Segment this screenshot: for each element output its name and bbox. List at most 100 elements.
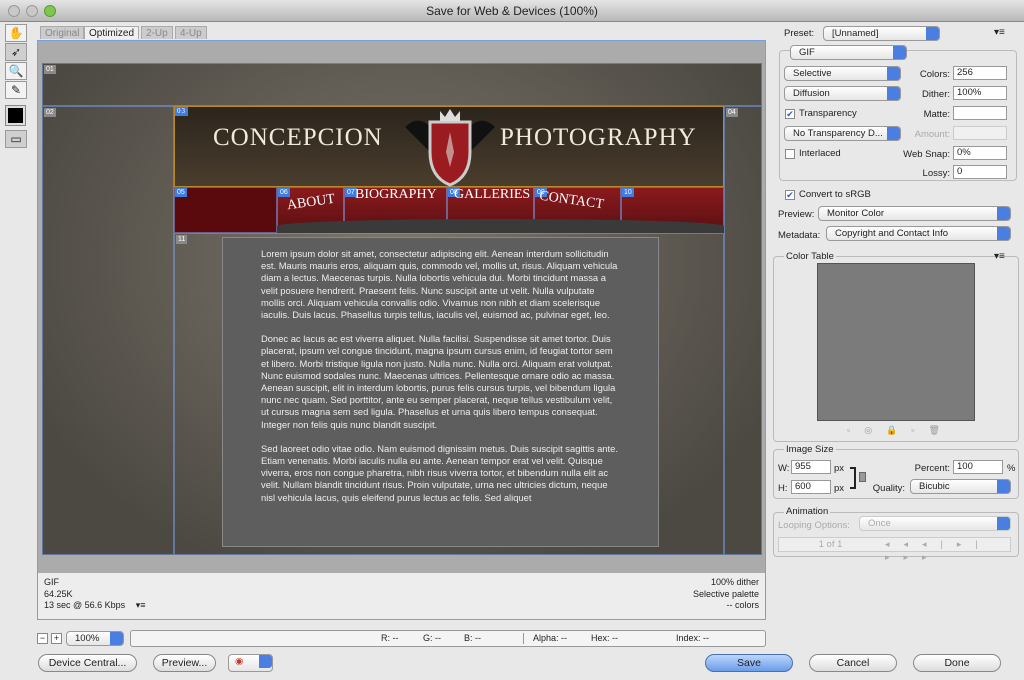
dither-algorithm-select[interactable]: Diffusion bbox=[784, 86, 901, 101]
eyedropper-color-swatch[interactable] bbox=[5, 105, 26, 126]
nav-biography[interactable]: BIOGRAPHY bbox=[355, 187, 437, 203]
readout-hex: Hex: -- bbox=[591, 633, 618, 643]
interlaced-checkbox[interactable] bbox=[785, 149, 795, 159]
looping-value: Once bbox=[868, 518, 891, 529]
preview-color-value: Monitor Color bbox=[827, 208, 885, 219]
colors-label: Colors: bbox=[919, 69, 950, 80]
metadata-select[interactable]: Copyright and Contact Info bbox=[826, 226, 1011, 241]
percent-label: Percent: bbox=[914, 463, 950, 474]
preset-label: Preset: bbox=[784, 28, 815, 39]
websnap-input[interactable]: 0% bbox=[953, 146, 1007, 160]
frame-counter: 1 of 1 bbox=[818, 539, 843, 550]
save-button[interactable]: Save bbox=[705, 654, 793, 672]
slice-label: 06 bbox=[278, 188, 290, 197]
slice-select-tool-icon[interactable]: ➶ bbox=[5, 43, 27, 61]
info-palette: Selective palette bbox=[692, 588, 759, 599]
convert-srgb-checkbox[interactable]: ✔ bbox=[785, 190, 795, 200]
slice-04[interactable]: 04 bbox=[724, 106, 762, 555]
readout-r: R: -- bbox=[381, 633, 399, 643]
hand-tool-icon[interactable]: ✋ bbox=[5, 24, 27, 42]
image-preview[interactable]: 01 02 CONCEPCION PHOTOGRAPHY 03 04 05 06… bbox=[42, 63, 762, 555]
device-central-button[interactable]: Device Central... bbox=[38, 654, 137, 672]
format-select[interactable]: GIF bbox=[790, 45, 907, 60]
title-bar: Save for Web & Devices (100%) bbox=[0, 0, 1024, 22]
matte-label: Matte: bbox=[923, 109, 950, 120]
transparency-dither-select[interactable]: No Transparency D... bbox=[784, 126, 901, 141]
quality-select[interactable]: Bicubic bbox=[910, 479, 1011, 494]
colors-input[interactable]: 256 bbox=[953, 66, 1007, 80]
transparency-checkbox[interactable]: ✔ bbox=[785, 109, 795, 119]
crest-logo-icon bbox=[400, 107, 500, 188]
zoom-level-select[interactable]: 100% bbox=[66, 631, 124, 646]
readout-g: G: -- bbox=[423, 633, 441, 643]
paragraph: Sed laoreet odio vitae odio. Nam euismod… bbox=[261, 442, 618, 503]
header-banner[interactable]: CONCEPCION PHOTOGRAPHY 03 bbox=[174, 106, 724, 187]
window-title: Save for Web & Devices (100%) bbox=[426, 4, 598, 18]
zoom-tool-icon[interactable]: 🔍 bbox=[5, 62, 27, 80]
optimized-preview-panel: 01 02 CONCEPCION PHOTOGRAPHY 03 04 05 06… bbox=[37, 40, 766, 620]
ribbon-shadow bbox=[277, 219, 724, 233]
download-menu-icon[interactable]: ▾≡ bbox=[136, 600, 146, 610]
color-reduction-select[interactable]: Selective bbox=[784, 66, 901, 81]
amount-input[interactable] bbox=[953, 126, 1007, 140]
cancel-button[interactable]: Cancel bbox=[809, 654, 897, 672]
slice-02[interactable]: 02 bbox=[42, 106, 174, 555]
zoom-window-button[interactable] bbox=[44, 5, 56, 17]
colors-value: 256 bbox=[957, 67, 973, 78]
dither-value: 100% bbox=[957, 87, 982, 98]
optimize-menu-icon[interactable]: ▾≡ bbox=[994, 27, 1005, 38]
readout-alpha: Alpha: -- bbox=[533, 633, 568, 643]
tab-optimized[interactable]: Optimized bbox=[84, 26, 140, 39]
interlaced-label: Interlaced bbox=[799, 148, 841, 159]
minimize-button[interactable] bbox=[26, 5, 38, 17]
slice-label: 11 bbox=[176, 235, 188, 244]
percent-input[interactable]: 100 bbox=[953, 460, 1003, 474]
color-table-title: Color Table bbox=[784, 251, 836, 262]
slice-label: 02 bbox=[44, 108, 56, 117]
zoom-level-value: 100% bbox=[75, 633, 100, 644]
percent-unit: % bbox=[1007, 463, 1016, 474]
eyedropper-tool-icon[interactable]: ✎ bbox=[5, 81, 27, 99]
slice-label: 10 bbox=[622, 188, 634, 197]
zoom-in-button[interactable]: + bbox=[51, 633, 62, 644]
tab-4up[interactable]: 4-Up bbox=[175, 26, 207, 39]
height-label: H: bbox=[778, 483, 788, 494]
amount-label: Amount: bbox=[914, 129, 950, 140]
close-button[interactable] bbox=[8, 5, 20, 17]
transparency-label: Transparency bbox=[799, 108, 857, 119]
dither-input[interactable]: 100% bbox=[953, 86, 1007, 100]
slice-label: 04 bbox=[726, 108, 738, 117]
preset-select[interactable]: [Unnamed] bbox=[823, 26, 940, 41]
site-title-right: PHOTOGRAPHY bbox=[500, 124, 697, 151]
slice-01[interactable]: 01 bbox=[42, 63, 762, 106]
width-unit: px bbox=[834, 463, 845, 474]
width-input[interactable]: 955 bbox=[791, 460, 831, 474]
height-input[interactable]: 600 bbox=[791, 480, 831, 494]
optimization-info: GIF 64.25K 13 sec @ 56.6 Kbps ▾≡ 100% di… bbox=[38, 573, 765, 619]
constrain-proportions-link-icon[interactable] bbox=[859, 472, 866, 482]
toggle-slices-visibility-icon[interactable]: ▭ bbox=[5, 130, 27, 148]
done-button[interactable]: Done bbox=[913, 654, 1001, 672]
dither-label: Dither: bbox=[922, 89, 950, 100]
tab-2up[interactable]: 2-Up bbox=[141, 26, 173, 39]
divider bbox=[523, 633, 524, 644]
info-colors: -- colors bbox=[726, 600, 759, 610]
info-format: GIF bbox=[44, 577, 59, 587]
color-table-actions[interactable]: ▫◎🔒▫🗑 bbox=[847, 425, 954, 436]
slice-label: 03 bbox=[175, 107, 188, 116]
frame-nav-buttons[interactable]: ◂◂◂|▸|▸▸▸ bbox=[885, 538, 1010, 564]
color-table-menu-icon[interactable]: ▾≡ bbox=[994, 251, 1005, 262]
tab-original[interactable]: Original bbox=[40, 26, 85, 39]
lossy-input[interactable]: 0 bbox=[953, 165, 1007, 179]
nav-galleries[interactable]: GALLERIES bbox=[454, 187, 530, 203]
zoom-out-button[interactable]: − bbox=[37, 633, 48, 644]
matte-select[interactable] bbox=[953, 106, 1007, 120]
slice-05[interactable]: 05 bbox=[174, 187, 277, 233]
preview-button[interactable]: Preview... bbox=[153, 654, 216, 672]
color-table-swatches[interactable] bbox=[817, 263, 975, 421]
looping-select[interactable]: Once bbox=[859, 516, 1011, 531]
convert-srgb-label: Convert to sRGB bbox=[799, 189, 871, 200]
preview-color-select[interactable]: Monitor Color bbox=[818, 206, 1011, 221]
width-value: 955 bbox=[795, 461, 811, 472]
preview-browser-select[interactable]: ◉ bbox=[228, 654, 273, 672]
